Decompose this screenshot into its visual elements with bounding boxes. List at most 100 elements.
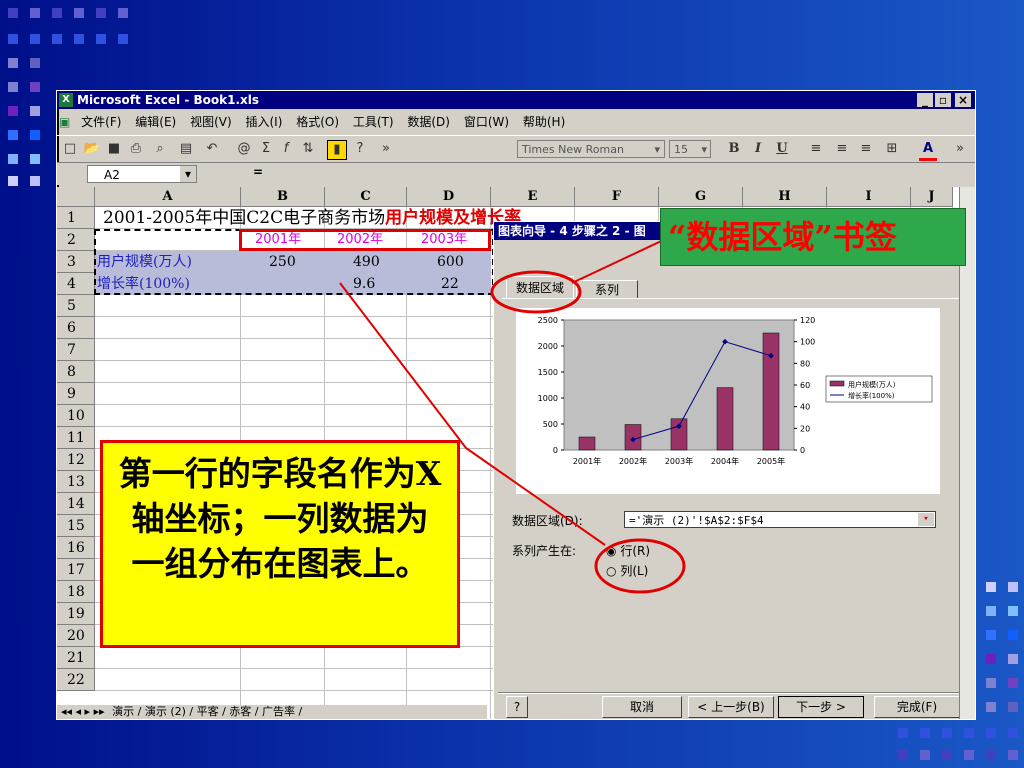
- align-left-icon[interactable]: ≡: [807, 140, 825, 158]
- cell-d3[interactable]: 600: [437, 251, 464, 273]
- tab-series[interactable]: 系列: [576, 280, 638, 299]
- cell-d2[interactable]: 2003年: [421, 229, 467, 251]
- row-header-19[interactable]: 19: [57, 603, 95, 625]
- more-icon[interactable]: »: [377, 140, 395, 158]
- row-header-15[interactable]: 15: [57, 515, 95, 537]
- sheet-tabs[interactable]: ◂◂ ◂ ▸ ▸▸ 演示 / 演示 (2) / 平客 / 赤客 / 广告率 /: [57, 705, 487, 719]
- overflow-icon[interactable]: »: [951, 140, 969, 158]
- row-header-13[interactable]: 13: [57, 471, 95, 493]
- row-header-7[interactable]: 7: [57, 339, 95, 361]
- menu-edit[interactable]: 编辑(E): [130, 111, 181, 133]
- undo-icon[interactable]: ↶: [203, 140, 221, 158]
- back-button[interactable]: < 上一步(B): [688, 696, 774, 718]
- row-header-17[interactable]: 17: [57, 559, 95, 581]
- column-header-a[interactable]: A: [95, 187, 241, 207]
- category-label: 2001年: [573, 456, 601, 466]
- row-header-1[interactable]: 1: [57, 207, 95, 229]
- data-range-input[interactable]: ='演示 (2)'!$A$2:$F$4 ▾: [624, 511, 936, 528]
- help-icon[interactable]: ?: [351, 140, 369, 158]
- autosum-icon[interactable]: Σ: [257, 140, 275, 158]
- menu-insert[interactable]: 插入(I): [240, 111, 287, 133]
- cell-c4[interactable]: 9.6: [353, 273, 375, 295]
- column-header-f[interactable]: F: [575, 187, 659, 207]
- row-header-11[interactable]: 11: [57, 427, 95, 449]
- row-header-20[interactable]: 20: [57, 625, 95, 647]
- new-icon[interactable]: □: [61, 140, 79, 158]
- column-header-c[interactable]: C: [325, 187, 407, 207]
- menu-data[interactable]: 数据(D): [402, 111, 455, 133]
- menu-format[interactable]: 格式(O): [291, 111, 344, 133]
- sheet-tab-labels[interactable]: 演示 / 演示 (2) / 平客 / 赤客 / 广告率 /: [112, 705, 302, 718]
- row-header-18[interactable]: 18: [57, 581, 95, 603]
- cell-d4[interactable]: 22: [441, 273, 459, 295]
- underline-button[interactable]: U: [773, 140, 791, 158]
- close-button[interactable]: ×: [955, 93, 971, 107]
- row-header-14[interactable]: 14: [57, 493, 95, 515]
- cell-c3[interactable]: 490: [353, 251, 380, 273]
- menu-help[interactable]: 帮助(H): [518, 111, 570, 133]
- font-color-icon[interactable]: A: [919, 140, 937, 161]
- column-header-b[interactable]: B: [241, 187, 325, 207]
- open-icon[interactable]: 📂: [83, 140, 101, 158]
- cell-a3[interactable]: 用户规模(万人): [97, 251, 192, 273]
- name-box[interactable]: A2 ▾: [87, 165, 197, 183]
- print-icon[interactable]: ⎙: [127, 140, 145, 158]
- align-center-icon[interactable]: ≡: [833, 140, 851, 158]
- minimize-button[interactable]: _: [917, 93, 933, 107]
- merge-icon[interactable]: ⊞: [883, 140, 901, 158]
- row-header-5[interactable]: 5: [57, 295, 95, 317]
- category-label: 2004年: [711, 456, 739, 466]
- row-header-9[interactable]: 9: [57, 383, 95, 405]
- menu-window[interactable]: 窗口(W): [459, 111, 514, 133]
- next-button[interactable]: 下一步 >: [778, 696, 864, 718]
- size-select[interactable]: 15 ▾: [669, 140, 711, 158]
- font-select[interactable]: Times New Roman ▾: [517, 140, 665, 158]
- column-header-i[interactable]: I: [827, 187, 911, 207]
- column-header-d[interactable]: D: [407, 187, 491, 207]
- save-icon[interactable]: ■: [105, 140, 123, 158]
- radio-row[interactable]: ◉ 行(R): [606, 542, 650, 559]
- vertical-scrollbar[interactable]: [959, 187, 975, 719]
- restore-button[interactable]: ▫: [935, 93, 951, 107]
- help-button[interactable]: ?: [506, 696, 528, 718]
- tab-nav-icon[interactable]: ◂◂ ◂ ▸ ▸▸: [57, 705, 109, 718]
- cell-b3[interactable]: 250: [269, 251, 296, 273]
- cancel-button[interactable]: 取消: [602, 696, 682, 718]
- paste-icon[interactable]: ▤: [177, 140, 195, 158]
- row-header-4[interactable]: 4: [57, 273, 95, 295]
- italic-button[interactable]: I: [749, 140, 767, 158]
- collapse-dialog-icon[interactable]: ▾: [918, 513, 934, 526]
- row-header-12[interactable]: 12: [57, 449, 95, 471]
- column-header-e[interactable]: E: [491, 187, 575, 207]
- select-all-corner[interactable]: [57, 187, 95, 207]
- tab-data-range[interactable]: 数据区域: [506, 276, 574, 299]
- row-header-21[interactable]: 21: [57, 647, 95, 669]
- hyperlink-icon[interactable]: @: [235, 140, 253, 158]
- cell-c2[interactable]: 2002年: [337, 229, 383, 251]
- menu-file[interactable]: 文件(F): [76, 111, 126, 133]
- cell-b2[interactable]: 2001年: [255, 229, 301, 251]
- row-header-6[interactable]: 6: [57, 317, 95, 339]
- menu-view[interactable]: 视图(V): [185, 111, 237, 133]
- column-header-g[interactable]: G: [659, 187, 743, 207]
- preview-icon[interactable]: ⌕: [151, 140, 169, 158]
- column-header-j[interactable]: J: [911, 187, 953, 207]
- row-header-3[interactable]: 3: [57, 251, 95, 273]
- function-icon[interactable]: f: [277, 140, 295, 158]
- sort-icon[interactable]: ⇅: [299, 140, 317, 158]
- column-header-h[interactable]: H: [743, 187, 827, 207]
- toolbar: □ 📂 ■ ⎙ ⌕ ▤ ↶ @ Σ f ⇅ ▮ ? » Times New Ro…: [57, 135, 975, 163]
- row-header-22[interactable]: 22: [57, 669, 95, 691]
- bold-button[interactable]: B: [725, 140, 743, 158]
- cell-a4[interactable]: 增长率(100%): [97, 273, 190, 295]
- row-header-8[interactable]: 8: [57, 361, 95, 383]
- row-header-10[interactable]: 10: [57, 405, 95, 427]
- chart-wizard-icon[interactable]: ▮: [327, 140, 347, 160]
- row-header-2[interactable]: 2: [57, 229, 95, 251]
- radio-column[interactable]: ○ 列(L): [606, 562, 648, 579]
- row-header-16[interactable]: 16: [57, 537, 95, 559]
- radio-column-label: 列(L): [620, 564, 649, 578]
- menu-tools[interactable]: 工具(T): [348, 111, 399, 133]
- finish-button[interactable]: 完成(F): [874, 696, 960, 718]
- align-right-icon[interactable]: ≡: [857, 140, 875, 158]
